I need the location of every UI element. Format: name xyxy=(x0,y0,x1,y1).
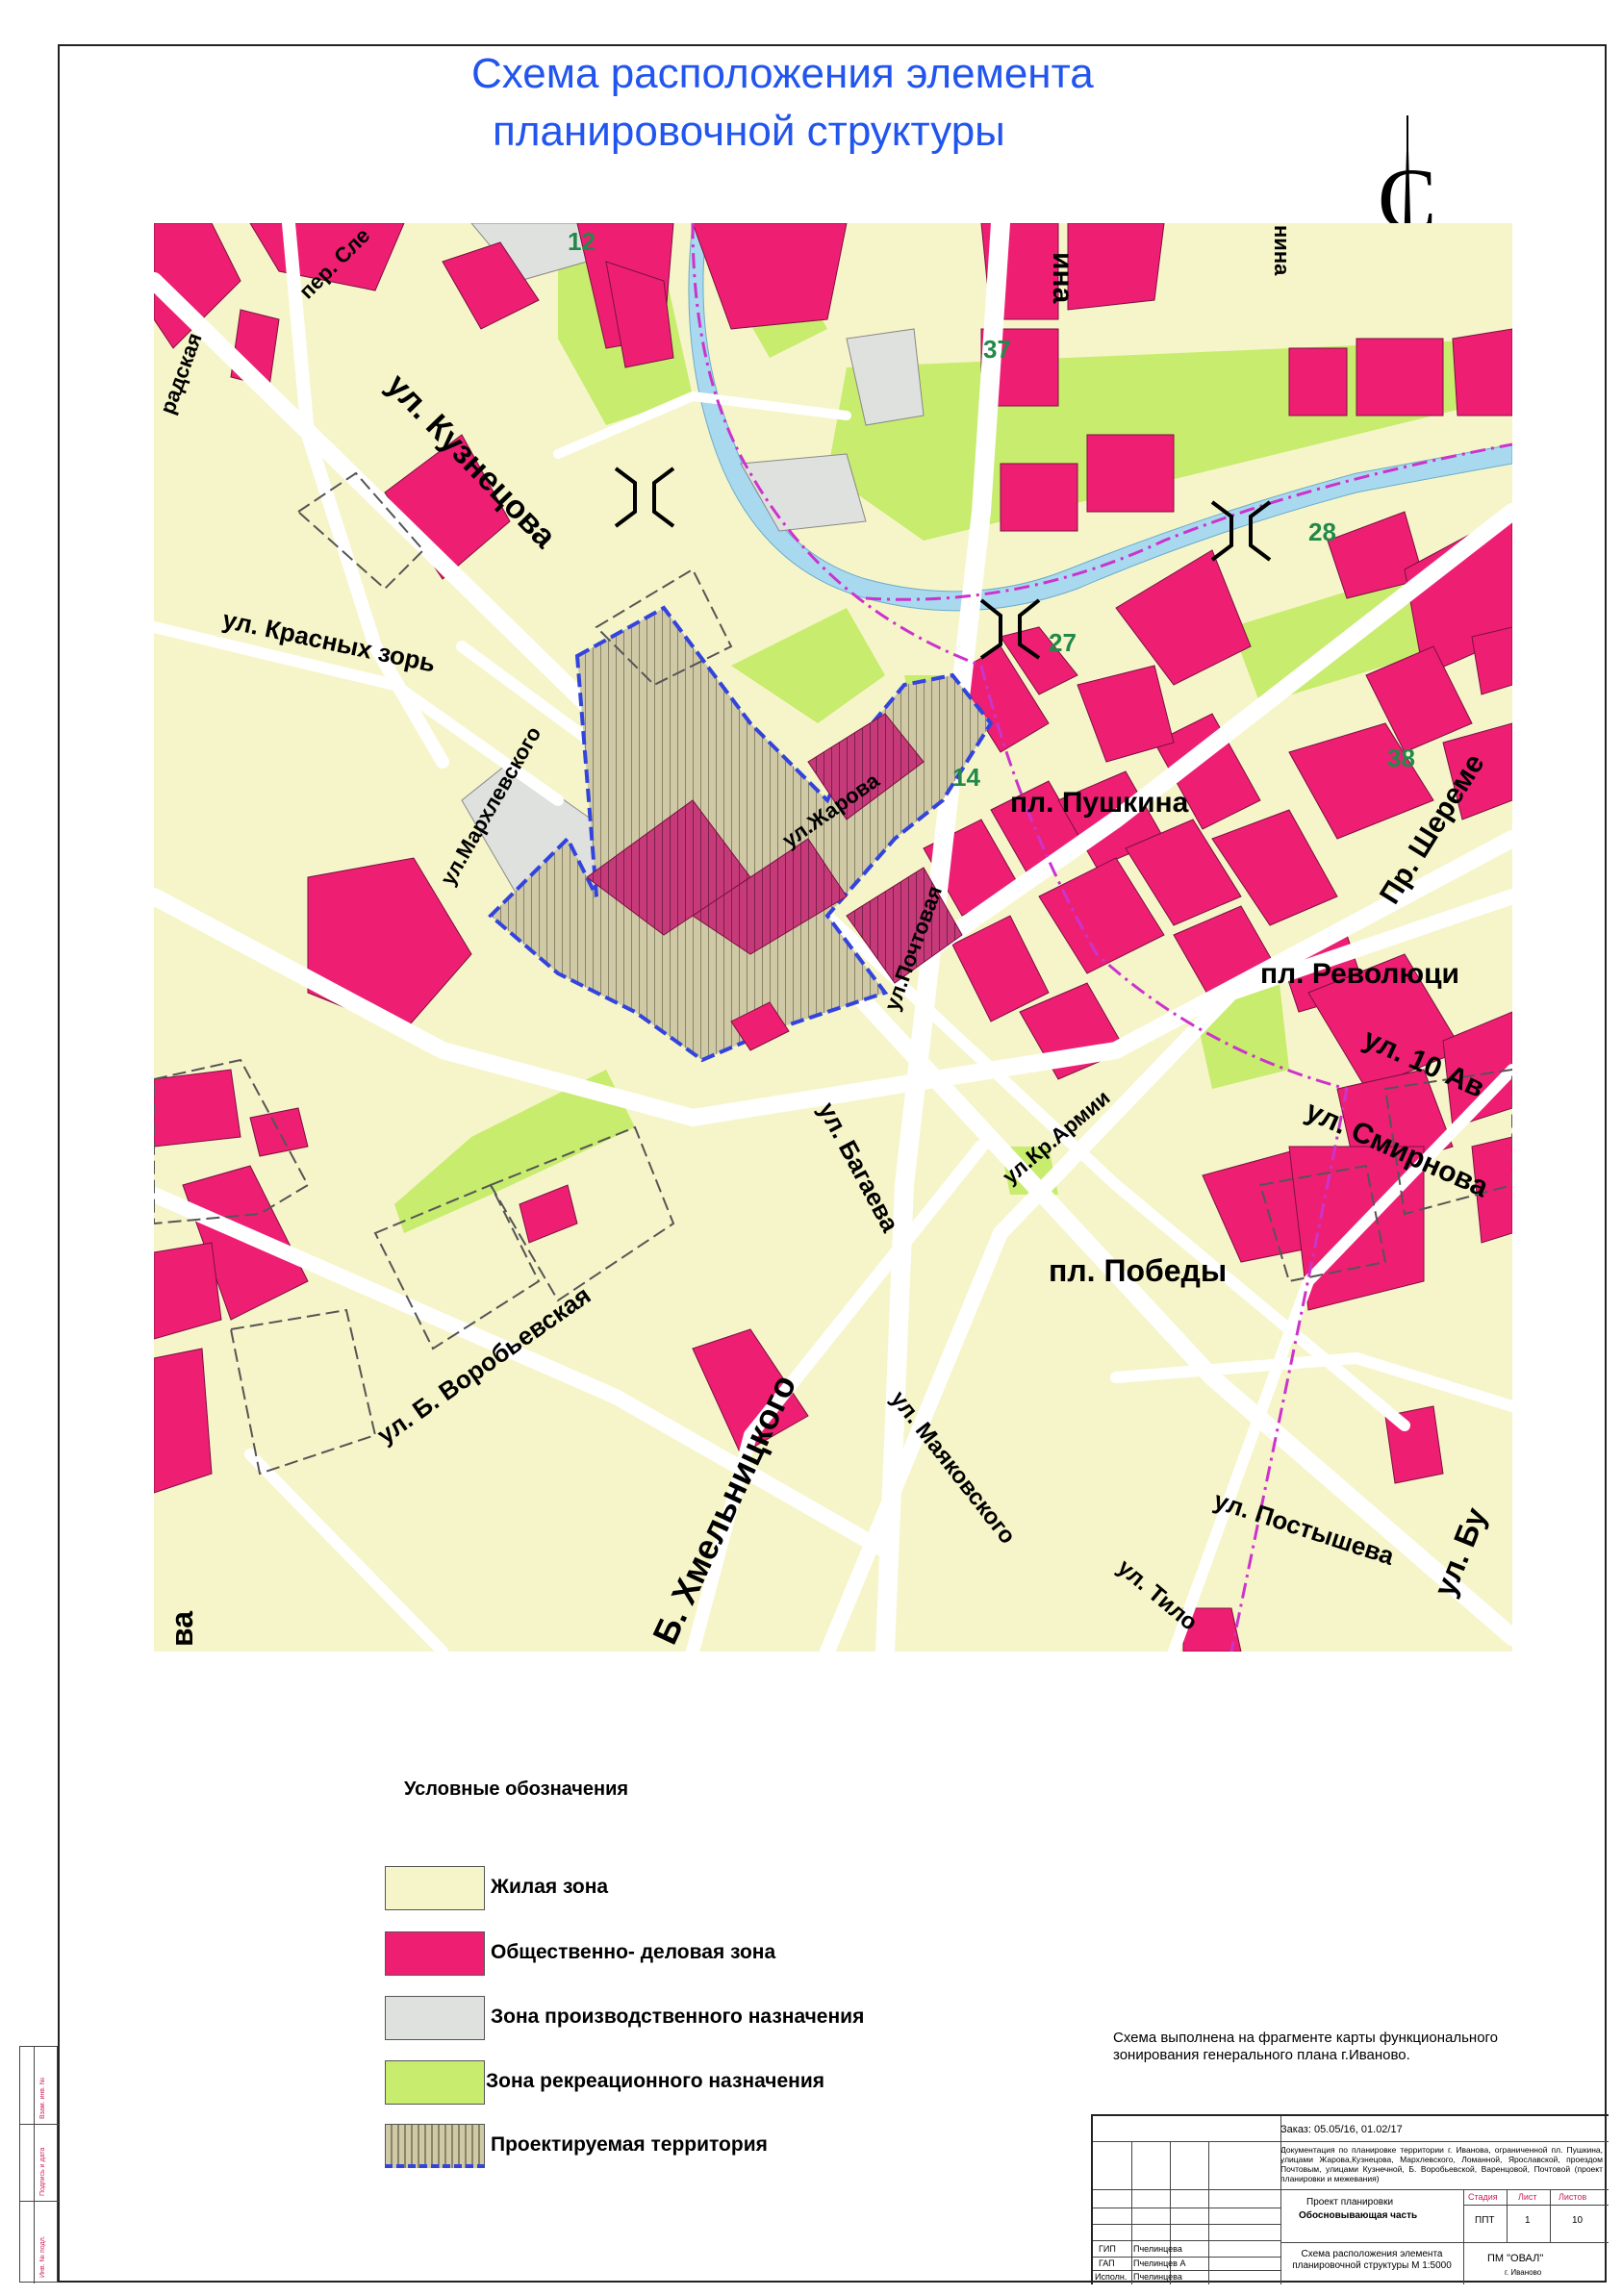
legend-swatch-project xyxy=(385,2124,485,2168)
street-label-va: ва xyxy=(165,1611,199,1647)
street-label-lenina-top: ина xyxy=(1047,252,1078,304)
sidebar-label-vzam: Взам. инв. № xyxy=(39,2077,46,2119)
stamp-role-gip: ГИП xyxy=(1099,2244,1116,2254)
legend-label-business: Общественно- деловая зона xyxy=(491,1941,776,1963)
sidebar-label-signature: Подпись и дата xyxy=(39,2147,46,2196)
map-number-37: 37 xyxy=(983,335,1011,364)
stamp-description: Документация по планировке территории г.… xyxy=(1280,2145,1603,2183)
map-title-line-2: планировочной структуры xyxy=(493,108,1005,155)
zoning-map[interactable]: 12 37 28 27 38 14 ул. Кузнецова пер. Сле… xyxy=(154,223,1512,1652)
stamp-sheet-header: Лист xyxy=(1518,2192,1537,2202)
stamp-name-gip: Пчелинцева xyxy=(1133,2244,1182,2254)
map-number-12: 12 xyxy=(568,227,596,256)
legend-swatch-recreation xyxy=(385,2060,485,2105)
stamp-project: Проект планировки xyxy=(1306,2197,1394,2208)
legend-label-industrial: Зона производственного назначения xyxy=(491,2006,865,2028)
stamp-org: ПМ "ОВАЛ" xyxy=(1487,2253,1544,2264)
sidebar-label-inv: Инв. № подл. xyxy=(39,2235,46,2278)
legend-title: Условные обозначения xyxy=(404,1779,629,1800)
stamp-name-ispoln: Пчелинцева xyxy=(1133,2272,1182,2282)
map-number-14: 14 xyxy=(952,763,980,792)
legend-label-project: Проектируемая территория xyxy=(491,2133,768,2156)
legend-label-residential: Жилая зона xyxy=(491,1876,609,1898)
stamp-role-gap: ГАП xyxy=(1099,2258,1115,2268)
map-number-38: 38 xyxy=(1387,744,1415,772)
stamp-sheets: 10 xyxy=(1572,2215,1584,2226)
stamp-sheet: 1 xyxy=(1525,2215,1531,2226)
stamp-name-gap: Пчелинцев А xyxy=(1133,2258,1186,2268)
stamp-part: Обосновывающая часть xyxy=(1299,2210,1418,2221)
legend-swatch-residential xyxy=(385,1866,485,1910)
street-label-nina-top: нина xyxy=(1270,225,1294,276)
stamp-sheet-title: Схема расположения элемента планировочно… xyxy=(1292,2249,1452,2271)
binding-margin-stamp: Взам. инв. № Подпись и дата Инв. № подл. xyxy=(19,2046,59,2283)
map-number-28: 28 xyxy=(1308,517,1336,546)
square-label-pobedy: пл. Победы xyxy=(1049,1253,1227,1288)
square-label-revolyutsii: пл. Революци xyxy=(1260,958,1459,990)
map-source-note: Схема выполнена на фрагменте карты функц… xyxy=(1113,2030,1499,2063)
legend-swatch-business xyxy=(385,1931,485,1976)
legend-swatch-industrial xyxy=(385,1996,485,2040)
stamp-sheets-header: Листов xyxy=(1559,2192,1587,2202)
map-title-line-1: Схема расположения элемента xyxy=(471,50,1094,97)
stamp-stage-header: Стадия xyxy=(1468,2192,1498,2202)
title-block: Заказ: 05.05/16, 01.02/17 Документация п… xyxy=(1091,2114,1609,2284)
stamp-order: Заказ: 05.05/16, 01.02/17 xyxy=(1280,2124,1403,2135)
stamp-stage: ППТ xyxy=(1475,2215,1495,2226)
stamp-city: г. Иваново xyxy=(1505,2268,1542,2277)
map-number-27: 27 xyxy=(1049,628,1077,657)
legend-label-recreation: Зона рекреационного назначения xyxy=(486,2070,824,2092)
square-label-pushkina: пл. Пушкина xyxy=(1010,787,1189,819)
stamp-role-ispoln: Исполн. xyxy=(1095,2272,1128,2282)
